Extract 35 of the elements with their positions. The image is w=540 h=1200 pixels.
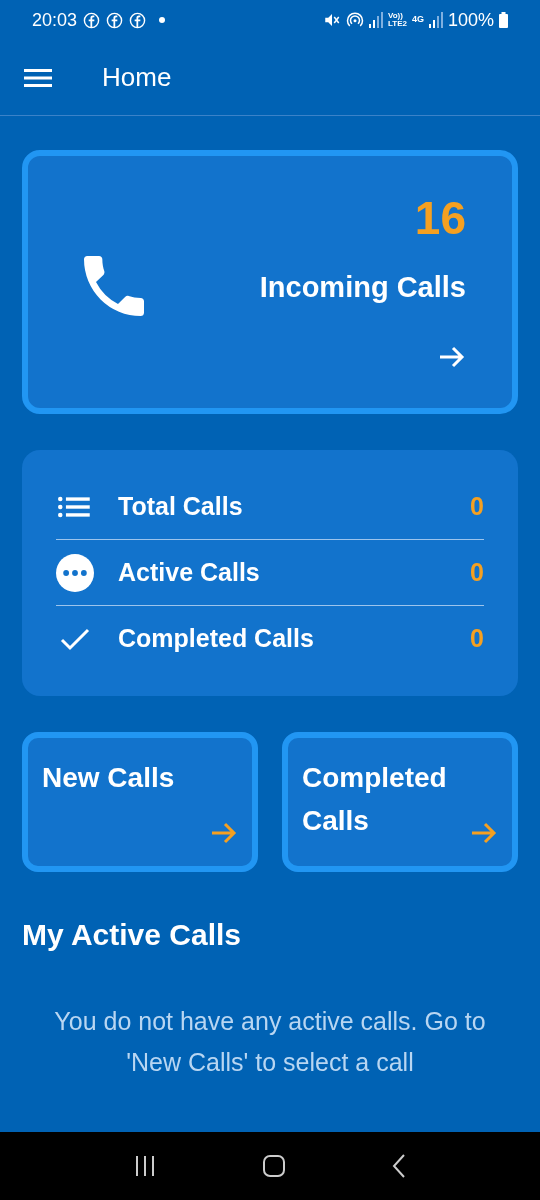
- card-label: New Calls: [42, 761, 176, 795]
- menu-icon: [24, 67, 52, 88]
- incoming-label: Incoming Calls: [259, 270, 466, 306]
- page-title: Home: [102, 61, 172, 94]
- battery-level: 100%: [447, 8, 494, 32]
- check-icon: [58, 626, 92, 652]
- shortcut-card[interactable]: Completed Calls: [282, 732, 518, 872]
- stat-label: Total Calls: [118, 490, 244, 522]
- back-button[interactable]: [391, 1154, 408, 1178]
- incoming-calls-card[interactable]: 16 Incoming Calls: [22, 150, 518, 414]
- stat-value: 0: [470, 490, 484, 522]
- stat-value: 0: [470, 556, 484, 588]
- battery-icon: [499, 12, 508, 28]
- facebook-icon: [83, 11, 101, 29]
- stat-value: 0: [470, 623, 484, 655]
- more-icon: [56, 553, 94, 592]
- card-label: Completed Calls: [302, 761, 448, 838]
- stat-label: Active Calls: [118, 556, 261, 588]
- hotspot-icon: [345, 11, 364, 29]
- network-label: 4G: [411, 13, 424, 27]
- home-button[interactable]: [262, 1154, 286, 1178]
- section-heading: My Active Calls: [22, 917, 242, 953]
- home-icon: [262, 1154, 286, 1178]
- facebook-icon: [106, 11, 124, 29]
- shortcut-card[interactable]: New Calls: [22, 732, 258, 872]
- signal-icon: [368, 12, 383, 28]
- incoming-count: 16: [414, 192, 466, 245]
- empty-message: You do not have any active calls. Go to 'New Calls' to select a call: [53, 1006, 487, 1078]
- back-icon: [391, 1154, 408, 1178]
- stat-label: Completed Calls: [118, 623, 315, 655]
- lte-label: LTE2: [387, 20, 407, 28]
- signal-icon: [428, 12, 443, 28]
- clock: 20:03: [32, 8, 78, 32]
- facebook-icon: [129, 11, 147, 29]
- volte-label: Vo)): [387, 12, 403, 20]
